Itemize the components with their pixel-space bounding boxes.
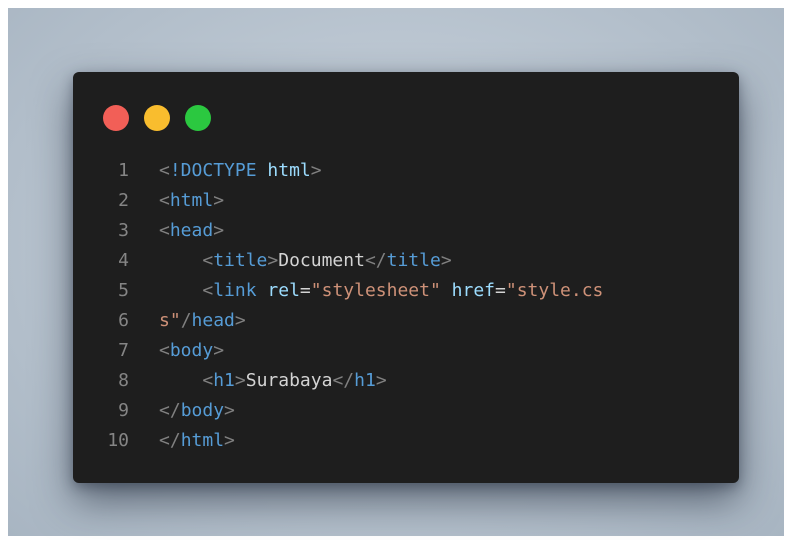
code-token: !DOCTYPE (169, 160, 257, 181)
code-token: > (213, 340, 225, 361)
code-token: > (224, 400, 235, 421)
line-number: 2 (118, 190, 129, 211)
code-token: "style.cs (505, 280, 604, 301)
code-token: > (234, 370, 246, 391)
line-number: 4 (118, 250, 129, 271)
window-controls (103, 105, 211, 131)
code-token: Document (278, 250, 365, 271)
code-token: > (224, 430, 235, 451)
code-token: html (169, 190, 214, 211)
code-text: <html> (159, 186, 224, 216)
code-line: 5 <link rel="stylesheet" href="style.cs (73, 276, 739, 306)
code-token: body (180, 400, 225, 421)
line-number: 5 (118, 280, 129, 301)
code-line: 4 <title>Document</title> (73, 246, 739, 276)
code-token: href (451, 280, 496, 301)
code-token: < (159, 190, 170, 211)
code-token: < (159, 220, 170, 241)
code-text: <link rel="stylesheet" href="style.cs (159, 276, 603, 306)
code-token: < (202, 280, 214, 301)
code-token: s" (159, 310, 181, 331)
code-token: html (180, 430, 225, 451)
code-token: link (213, 280, 257, 301)
code-text: <title>Document</title> (159, 246, 452, 276)
code-token: </ (159, 400, 181, 421)
code-text: </html> (159, 426, 235, 456)
code-text: <!DOCTYPE html> (159, 156, 322, 186)
code-token: h1 (354, 370, 376, 391)
code-editor[interactable]: 1 <!DOCTYPE html> 2 <html> 3 <head> 4 <title>D… (73, 156, 739, 456)
line-number: 1 (118, 160, 129, 181)
code-token: </ (364, 250, 387, 271)
code-token: </ (159, 430, 181, 451)
close-window-icon[interactable] (103, 105, 129, 131)
code-line: 8 <h1>Surabaya</h1> (73, 366, 739, 396)
code-token: Surabaya (245, 370, 333, 391)
line-number: 8 (118, 370, 129, 391)
code-text: <head> (159, 216, 224, 246)
code-text: s"/head> (159, 306, 246, 336)
code-token: > (267, 250, 279, 271)
line-number: 3 (118, 220, 129, 241)
code-token: > (440, 250, 452, 271)
code-token: body (169, 340, 214, 361)
code-line: 3 <head> (73, 216, 739, 246)
code-line: 1 <!DOCTYPE html> (73, 156, 739, 186)
code-token: "stylesheet" (310, 280, 441, 301)
code-line: 7 <body> (73, 336, 739, 366)
code-token: > (310, 160, 322, 181)
code-token: title (213, 250, 268, 271)
code-text: <body> (159, 336, 224, 366)
line-number: 7 (118, 340, 129, 361)
code-line: 10 </html> (73, 426, 739, 456)
line-number: 9 (118, 400, 129, 421)
code-token: > (213, 220, 225, 241)
minimize-window-icon[interactable] (144, 105, 170, 131)
code-token: < (202, 250, 214, 271)
code-line: 9 </body> (73, 396, 739, 426)
code-token: > (213, 190, 225, 211)
code-token: head (191, 310, 235, 331)
code-line: 6 s"/head> (73, 306, 739, 336)
code-token: </ (332, 370, 355, 391)
code-line: 2 <html> (73, 186, 739, 216)
code-token: = (299, 280, 311, 301)
code-token: title (386, 250, 441, 271)
code-token: < (159, 340, 170, 361)
code-token: html (267, 160, 311, 181)
line-number: 6 (118, 310, 129, 331)
code-token: < (159, 160, 170, 181)
line-number: 10 (107, 430, 129, 451)
code-token: < (202, 370, 214, 391)
code-token: = (495, 280, 506, 301)
code-token: > (234, 310, 246, 331)
maximize-window-icon[interactable] (185, 105, 211, 131)
code-text: </body> (159, 396, 235, 426)
code-window: 1 <!DOCTYPE html> 2 <html> 3 <head> 4 <title>D… (73, 72, 739, 483)
code-token: / (180, 310, 192, 331)
code-token: h1 (213, 370, 235, 391)
code-token: > (375, 370, 387, 391)
code-text: <h1>Surabaya</h1> (159, 366, 387, 396)
code-token: head (169, 220, 214, 241)
code-token: rel (267, 280, 300, 301)
